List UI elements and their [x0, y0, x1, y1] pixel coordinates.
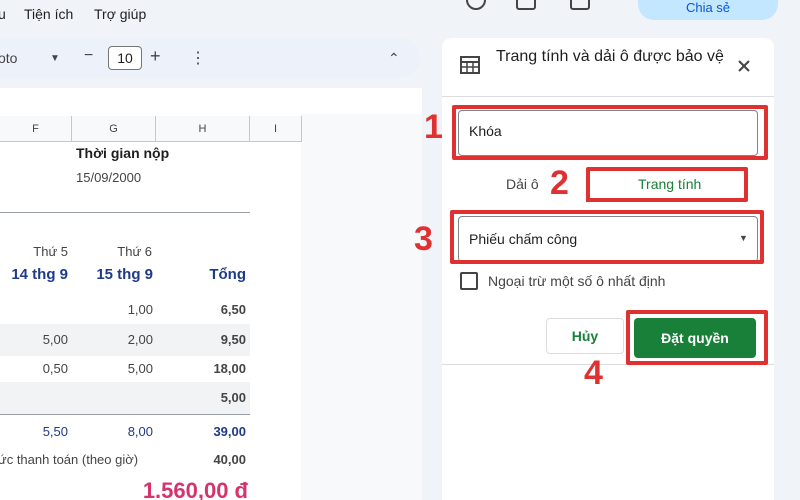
font-dropdown-icon[interactable]: ▼ [50, 53, 60, 64]
collapse-toolbar-icon[interactable]: ⌃ [388, 50, 400, 67]
panel-title: Trang tính và dải ô được bảo vệ [496, 48, 724, 65]
cell-f5[interactable]: 5,50 [0, 424, 68, 439]
step-number-2: 2 [550, 164, 569, 202]
cell-g2[interactable]: 2,00 [80, 332, 153, 347]
step-number-1: 1 [424, 108, 443, 146]
cell-h3[interactable]: 18,00 [180, 361, 246, 376]
cell-h4[interactable]: 5,00 [180, 390, 246, 405]
increase-font-button[interactable]: + [150, 46, 161, 67]
decrease-font-button[interactable]: − [84, 47, 93, 65]
menu-extensions[interactable]: Tiện ích [24, 6, 73, 22]
header-date5: 14 thg 9 [11, 266, 68, 283]
rate-value[interactable]: 40,00 [180, 452, 246, 467]
step-number-4: 4 [584, 354, 603, 392]
submit-date: 15/09/2000 [76, 170, 142, 185]
header-date6: 15 thg 9 [96, 266, 153, 283]
divider-line [0, 212, 250, 213]
spreadsheet-grid[interactable]: E F G H I Thời gian nộp 15/09/2000 Thứ 5… [0, 88, 422, 500]
table-icon [460, 56, 480, 74]
cell-f3[interactable]: 0,50 [0, 361, 68, 376]
cell-h5[interactable]: 39,00 [180, 424, 246, 439]
checkbox-icon[interactable] [460, 272, 478, 290]
font-name-select[interactable]: oto [0, 50, 17, 66]
rate-label: ức thanh toán (theo giờ) [0, 452, 139, 467]
column-header-i[interactable]: I [250, 116, 302, 142]
more-options-icon[interactable]: ⋮ [190, 48, 206, 68]
font-size-input[interactable]: 10 [108, 46, 142, 70]
annotation-box-2 [586, 167, 748, 202]
sheet-empty-area [301, 114, 422, 500]
column-header-f[interactable]: F [0, 116, 72, 142]
submit-time-label: Thời gian nộp [76, 145, 170, 161]
annotation-box-3 [450, 210, 764, 264]
header-day5: Thứ 5 [33, 244, 68, 259]
header-total: Tổng [209, 266, 246, 283]
cell-g1[interactable]: 1,00 [80, 302, 153, 317]
meet-icon[interactable] [570, 0, 590, 10]
grand-total[interactable]: 1.560,00 đ [100, 478, 248, 500]
menu-item-partial[interactable]: u [0, 6, 6, 22]
cell-f2[interactable]: 5,00 [0, 332, 68, 347]
share-button[interactable]: Chia sẻ [638, 0, 778, 20]
cell-h1[interactable]: 6,50 [180, 302, 246, 317]
tab-range[interactable]: Dải ô [506, 176, 539, 192]
column-header-g[interactable]: G [72, 116, 156, 142]
cell-h2[interactable]: 9,50 [180, 332, 246, 347]
annotation-box-4 [626, 310, 768, 365]
annotation-box-1 [452, 105, 768, 160]
column-header-h[interactable]: H [156, 116, 250, 142]
divider-line [0, 414, 250, 415]
cell-g3[interactable]: 5,00 [80, 361, 153, 376]
cell-g5[interactable]: 8,00 [80, 424, 153, 439]
toolbar: oto ▼ − 10 + ⋮ ⌃ [0, 38, 420, 78]
except-label: Ngoại trừ một số ô nhất định [488, 273, 666, 289]
close-icon[interactable] [738, 60, 750, 72]
comment-icon[interactable] [516, 0, 536, 10]
history-icon[interactable] [466, 0, 486, 10]
step-number-3: 3 [414, 220, 433, 258]
panel-divider [442, 96, 774, 97]
header-day6: Thứ 6 [117, 244, 152, 259]
menu-help[interactable]: Trợ giúp [94, 6, 146, 22]
cancel-button[interactable]: Hủy [546, 318, 624, 354]
